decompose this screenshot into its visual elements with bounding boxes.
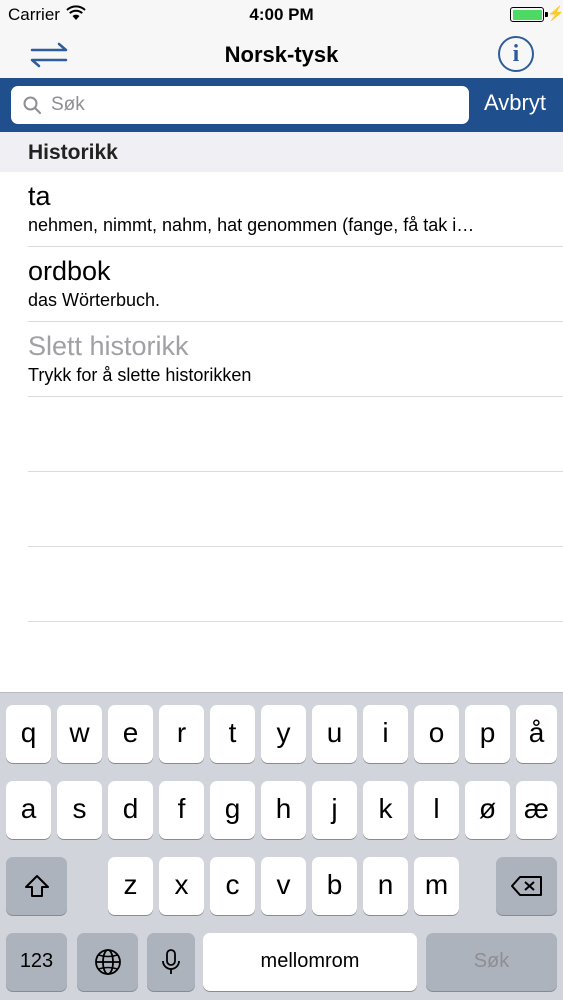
key-h[interactable]: h bbox=[261, 781, 306, 839]
key-g[interactable]: g bbox=[210, 781, 255, 839]
key-k[interactable]: k bbox=[363, 781, 408, 839]
history-item-translation: nehmen, nimmt, nahm, hat genommen (fange… bbox=[28, 215, 475, 235]
key-w[interactable]: w bbox=[57, 705, 102, 763]
history-list: ta nehmen, nimmt, nahm, hat genommen (fa… bbox=[0, 172, 563, 622]
clear-history-hint: Trykk for å slette historikken bbox=[28, 365, 252, 385]
status-bar: Carrier 4:00 PM ⚡ bbox=[0, 0, 563, 30]
key-j[interactable]: j bbox=[312, 781, 357, 839]
key-e[interactable]: e bbox=[108, 705, 153, 763]
key-t[interactable]: t bbox=[210, 705, 255, 763]
key-i[interactable]: i bbox=[363, 705, 408, 763]
history-item-word: ta bbox=[28, 181, 51, 211]
search-icon bbox=[23, 96, 41, 114]
key-b[interactable]: b bbox=[312, 857, 357, 915]
navigation-bar: Norsk-tysk i bbox=[0, 30, 563, 78]
key-v[interactable]: v bbox=[261, 857, 306, 915]
key-u[interactable]: u bbox=[312, 705, 357, 763]
globe-icon bbox=[94, 949, 121, 975]
cancel-button[interactable]: Avbryt bbox=[484, 90, 546, 116]
key-l[interactable]: l bbox=[414, 781, 459, 839]
key-x[interactable]: x bbox=[159, 857, 204, 915]
key-ae[interactable]: æ bbox=[516, 781, 557, 839]
info-icon[interactable]: i bbox=[498, 36, 534, 72]
history-item-word: ordbok bbox=[28, 256, 111, 286]
empty-row bbox=[0, 397, 563, 472]
clear-history-label: Slett historikk bbox=[28, 331, 189, 361]
empty-row bbox=[0, 547, 563, 622]
key-m[interactable]: m bbox=[414, 857, 459, 915]
key-d[interactable]: d bbox=[108, 781, 153, 839]
globe-key[interactable] bbox=[77, 933, 138, 991]
dictation-key[interactable] bbox=[147, 933, 195, 991]
history-item[interactable]: ta nehmen, nimmt, nahm, hat genommen (fa… bbox=[0, 172, 563, 247]
clock: 4:00 PM bbox=[249, 5, 314, 24]
history-section-header: Historikk bbox=[0, 132, 563, 172]
charging-bolt-icon: ⚡ bbox=[547, 5, 563, 21]
search-bar: Avbryt bbox=[0, 78, 563, 132]
key-p[interactable]: p bbox=[465, 705, 510, 763]
numbers-key[interactable]: 123 bbox=[6, 933, 67, 991]
key-c[interactable]: c bbox=[210, 857, 255, 915]
empty-row bbox=[0, 472, 563, 547]
key-s[interactable]: s bbox=[57, 781, 102, 839]
key-n[interactable]: n bbox=[363, 857, 408, 915]
key-z[interactable]: z bbox=[108, 857, 153, 915]
search-field[interactable] bbox=[11, 86, 469, 124]
section-title: Historikk bbox=[28, 141, 118, 164]
history-item[interactable]: ordbok das Wörterbuch. bbox=[0, 247, 563, 322]
space-key[interactable]: mellomrom bbox=[203, 933, 417, 991]
key-a[interactable]: a bbox=[6, 781, 51, 839]
key-oslash[interactable]: ø bbox=[465, 781, 510, 839]
clear-history-button[interactable]: Slett historikk Trykk for å slette histo… bbox=[0, 322, 563, 397]
microphone-icon bbox=[162, 949, 180, 974]
battery-icon bbox=[510, 7, 548, 22]
history-item-translation: das Wörterbuch. bbox=[28, 290, 161, 310]
keyboard: q w e r t y u i o p å a s d f g h j k l … bbox=[0, 692, 563, 1000]
key-y[interactable]: y bbox=[261, 705, 306, 763]
search-return-key[interactable]: Søk bbox=[426, 933, 557, 991]
key-q[interactable]: q bbox=[6, 705, 51, 763]
page-title: Norsk-tysk bbox=[224, 42, 339, 67]
backspace-key[interactable] bbox=[496, 857, 557, 915]
key-r[interactable]: r bbox=[159, 705, 204, 763]
backspace-icon bbox=[510, 876, 542, 896]
key-aring[interactable]: å bbox=[516, 705, 557, 763]
search-input[interactable] bbox=[51, 86, 461, 124]
key-o[interactable]: o bbox=[414, 705, 459, 763]
shift-key[interactable] bbox=[6, 857, 67, 915]
key-f[interactable]: f bbox=[159, 781, 204, 839]
shift-icon bbox=[24, 875, 49, 897]
